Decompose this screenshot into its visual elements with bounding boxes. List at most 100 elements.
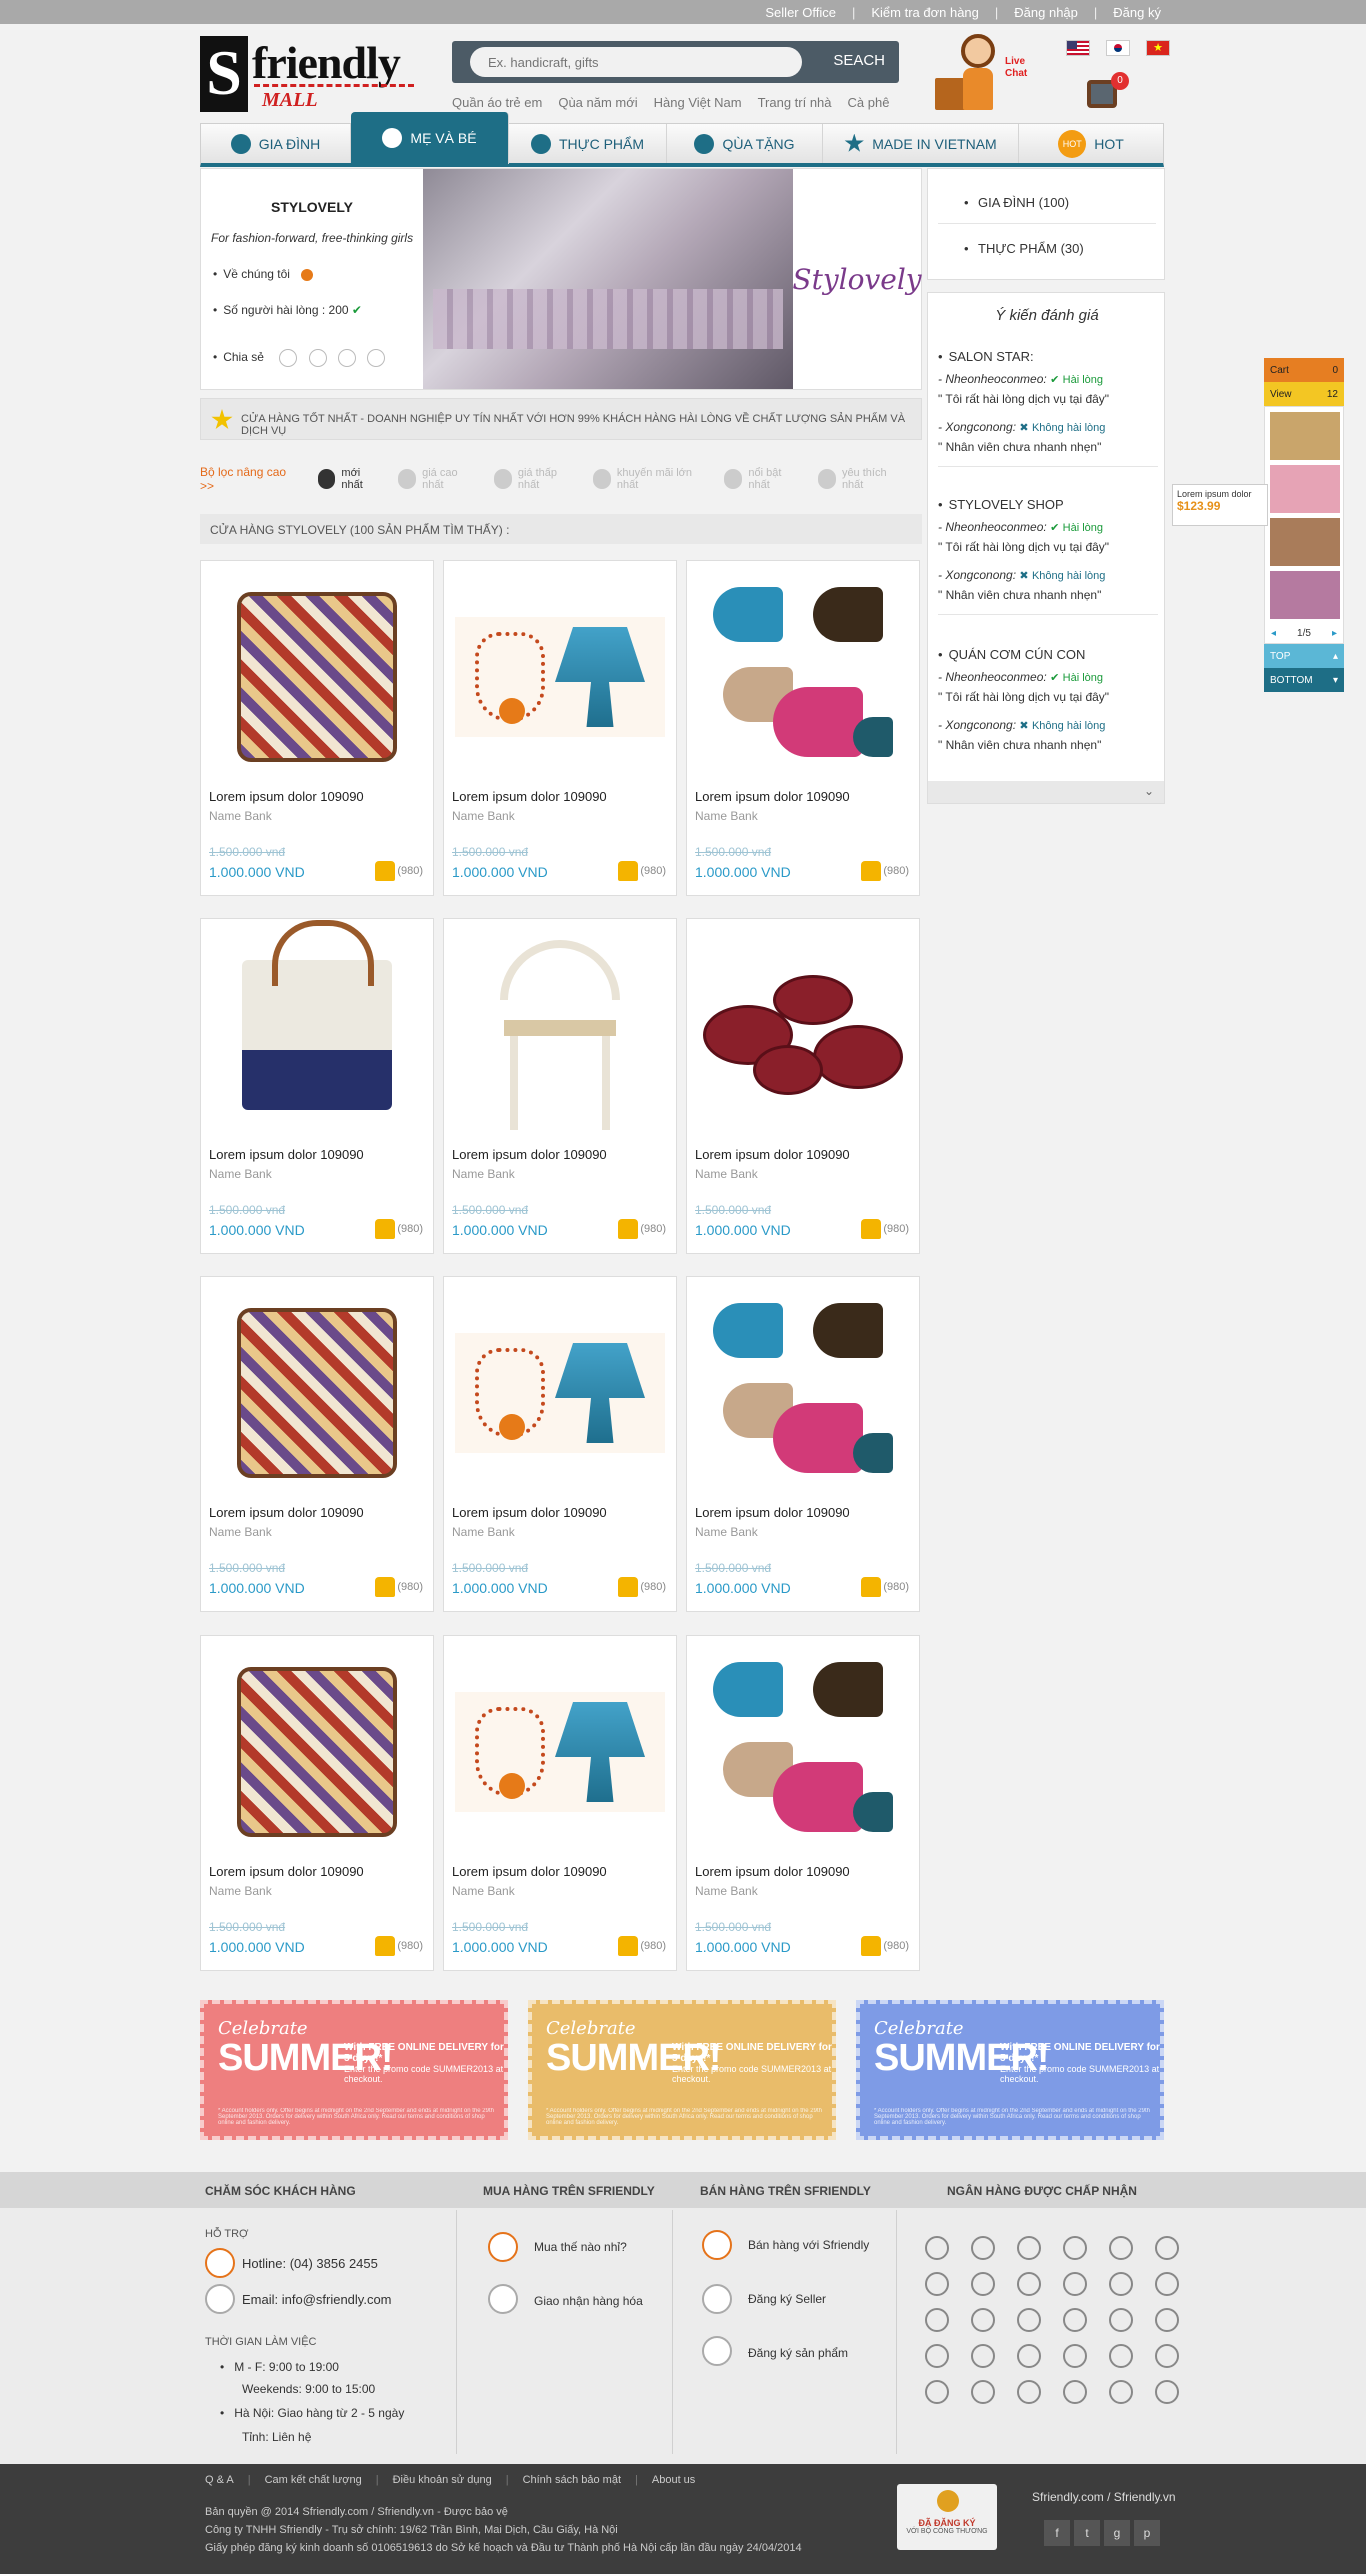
product-name[interactable]: Lorem ipsum dolor 109090	[695, 1864, 850, 1879]
product-name[interactable]: Lorem ipsum dolor 109090	[209, 1147, 364, 1162]
review-shop-name[interactable]: QUÁN CƠM CÚN CON	[938, 647, 1158, 662]
twitter-icon[interactable]	[308, 349, 327, 367]
product-card[interactable]: Lorem ipsum dolor 109090 Name Bank 1.500.0…	[200, 1276, 434, 1612]
filter-price-high[interactable]: giá cao nhất	[398, 467, 476, 491]
product-card[interactable]: Lorem ipsum dolor 109090 Name Bank 1.500.0…	[686, 1635, 920, 1971]
privacy-link[interactable]: Chính sách bảo mật	[523, 2474, 621, 2486]
product-likes[interactable]: (980)	[861, 1577, 909, 1597]
ministry-registration-badge[interactable]: ĐÃ ĐĂNG KÝ VỚI BỘ CÔNG THƯƠNG	[897, 2484, 997, 2550]
promo-banner[interactable]: Celebrate SUMMER! With FREE ONLINE DELIVE…	[856, 2000, 1164, 2140]
product-likes[interactable]: (980)	[618, 1577, 666, 1597]
product-name[interactable]: Lorem ipsum dolor 109090	[209, 789, 364, 804]
product-card[interactable]: Lorem ipsum dolor 109090 Name Bank 1.500.0…	[200, 560, 434, 896]
twitter-icon[interactable]: t	[1074, 2520, 1100, 2546]
product-card[interactable]: Lorem ipsum dolor 109090 Name Bank 1.500.0…	[443, 1276, 677, 1612]
viewed-item-thumb[interactable]	[1270, 518, 1340, 566]
quick-link[interactable]: Cà phê	[848, 95, 890, 110]
product-card[interactable]: Lorem ipsum dolor 109090 Name Bank 1.500.0…	[443, 918, 677, 1254]
floating-view-header[interactable]: View 12	[1264, 382, 1344, 406]
login-link[interactable]: Đăng nhập	[1014, 5, 1078, 20]
next-icon[interactable]: ▸	[1332, 628, 1337, 639]
viewed-item-thumb[interactable]	[1270, 412, 1340, 460]
scroll-top-button[interactable]: TOP ▴	[1264, 644, 1344, 668]
prev-icon[interactable]: ◂	[1271, 628, 1276, 639]
product-card[interactable]: Lorem ipsum dolor 109090 Name Bank 1.500.0…	[686, 918, 920, 1254]
product-likes[interactable]: (980)	[375, 1577, 423, 1597]
nav-made-in-vietnam[interactable]: MADE IN VIETNAM	[823, 124, 1019, 163]
product-name[interactable]: Lorem ipsum dolor 109090	[695, 1505, 850, 1520]
googleplus-icon[interactable]: g	[1104, 2520, 1130, 2546]
product-likes[interactable]: (980)	[618, 861, 666, 881]
seller-office-link[interactable]: Seller Office	[765, 5, 836, 20]
kr-flag-icon[interactable]	[1106, 40, 1130, 56]
product-name[interactable]: Lorem ipsum dolor 109090	[452, 1864, 607, 1879]
about-link[interactable]: About us	[652, 2474, 695, 2486]
viewed-item-thumb[interactable]	[1270, 465, 1340, 513]
product-likes[interactable]: (980)	[618, 1936, 666, 1956]
product-register-link[interactable]: Đăng ký sản phẩm	[748, 2346, 848, 2360]
promo-banner[interactable]: Celebrate SUMMER! With FREE ONLINE DELIVE…	[528, 2000, 836, 2140]
product-likes[interactable]: (980)	[375, 1936, 423, 1956]
live-chat[interactable]: Live Chat	[935, 34, 1035, 114]
floating-cart-header[interactable]: Cart 0	[1264, 358, 1344, 382]
how-to-buy-link[interactable]: Mua thế nào nhỉ?	[534, 2240, 627, 2254]
pinterest-icon[interactable]: p	[1134, 2520, 1160, 2546]
terms-link[interactable]: Điều khoản sử dụng	[393, 2474, 492, 2486]
filter-price-low[interactable]: giá thấp nhất	[493, 467, 575, 491]
email-icon[interactable]	[367, 349, 386, 367]
product-card[interactable]: Lorem ipsum dolor 109090 Name Bank 1.500.0…	[686, 560, 920, 896]
filter-newest[interactable]: mới nhất	[317, 467, 381, 491]
category-item[interactable]: GIA ĐÌNH (100)	[964, 195, 1069, 210]
search-input[interactable]	[470, 47, 802, 77]
product-card[interactable]: Lorem ipsum dolor 109090 Name Bank 1.500.0…	[443, 560, 677, 896]
category-item[interactable]: THỰC PHẨM (30)	[964, 241, 1084, 256]
product-card[interactable]: Lorem ipsum dolor 109090 Name Bank 1.500.0…	[443, 1635, 677, 1971]
product-name[interactable]: Lorem ipsum dolor 109090	[452, 789, 607, 804]
product-likes[interactable]: (980)	[375, 861, 423, 881]
nav-mother-baby[interactable]: MẸ VÀ BÉ	[351, 112, 509, 164]
scroll-bottom-button[interactable]: BOTTOM ▾	[1264, 668, 1344, 692]
us-flag-icon[interactable]	[1066, 40, 1090, 56]
nav-gifts[interactable]: QÙA TẶNG	[667, 124, 823, 163]
nav-food[interactable]: THỰC PHẨM	[509, 124, 667, 163]
order-check-link[interactable]: Kiểm tra đơn hàng	[871, 5, 979, 20]
filter-featured[interactable]: nổi bật nhất	[724, 467, 800, 491]
quick-link[interactable]: Qùa năm mới	[558, 95, 637, 110]
delivery-link[interactable]: Giao nhận hàng hóa	[534, 2294, 643, 2308]
logo[interactable]: S friendly MALL	[200, 36, 416, 112]
promo-banner[interactable]: Celebrate SUMMER! With FREE ONLINE DELIVE…	[200, 2000, 508, 2140]
cart-button[interactable]: 0	[1085, 72, 1129, 108]
seller-register-link[interactable]: Đăng ký Seller	[748, 2292, 826, 2306]
sell-link[interactable]: Bán hàng với Sfriendly	[748, 2238, 869, 2252]
googleplus-icon[interactable]	[337, 349, 356, 367]
review-shop-name[interactable]: STYLOVELY SHOP	[938, 497, 1158, 512]
filter-discount[interactable]: khuyến mãi lớn nhất	[592, 467, 707, 491]
product-card[interactable]: Lorem ipsum dolor 109090 Name Bank 1.500.0…	[200, 1635, 434, 1971]
quick-link[interactable]: Trang trí nhà	[758, 95, 832, 110]
product-likes[interactable]: (980)	[375, 1219, 423, 1239]
review-shop-name[interactable]: SALON STAR:	[938, 349, 1158, 364]
nav-hot[interactable]: HOT HOT	[1019, 124, 1163, 163]
product-likes[interactable]: (980)	[618, 1219, 666, 1239]
product-name[interactable]: Lorem ipsum dolor 109090	[695, 789, 850, 804]
product-name[interactable]: Lorem ipsum dolor 109090	[452, 1505, 607, 1520]
product-likes[interactable]: (980)	[861, 1936, 909, 1956]
vn-flag-icon[interactable]: ★	[1146, 40, 1170, 56]
qa-link[interactable]: Q & A	[205, 2474, 234, 2486]
product-card[interactable]: Lorem ipsum dolor 109090 Name Bank 1.500.0…	[686, 1276, 920, 1612]
reviews-expand[interactable]: ⌄	[928, 781, 1164, 803]
quick-link[interactable]: Hàng Việt Nam	[654, 95, 742, 110]
advanced-filter-link[interactable]: Bộ lọc nâng cao >>	[200, 465, 294, 493]
facebook-icon[interactable]	[279, 349, 298, 367]
product-card[interactable]: Lorem ipsum dolor 109090 Name Bank 1.500.0…	[200, 918, 434, 1254]
viewed-item-thumb[interactable]	[1270, 571, 1340, 619]
product-likes[interactable]: (980)	[861, 1219, 909, 1239]
facebook-icon[interactable]: f	[1044, 2520, 1070, 2546]
product-name[interactable]: Lorem ipsum dolor 109090	[209, 1864, 364, 1879]
product-name[interactable]: Lorem ipsum dolor 109090	[452, 1147, 607, 1162]
search-button[interactable]: SEACH	[833, 52, 885, 69]
product-name[interactable]: Lorem ipsum dolor 109090	[695, 1147, 850, 1162]
filter-favorite[interactable]: yêu thích nhất	[817, 467, 904, 491]
product-name[interactable]: Lorem ipsum dolor 109090	[209, 1505, 364, 1520]
email-link[interactable]: Email: info@sfriendly.com	[242, 2292, 392, 2307]
